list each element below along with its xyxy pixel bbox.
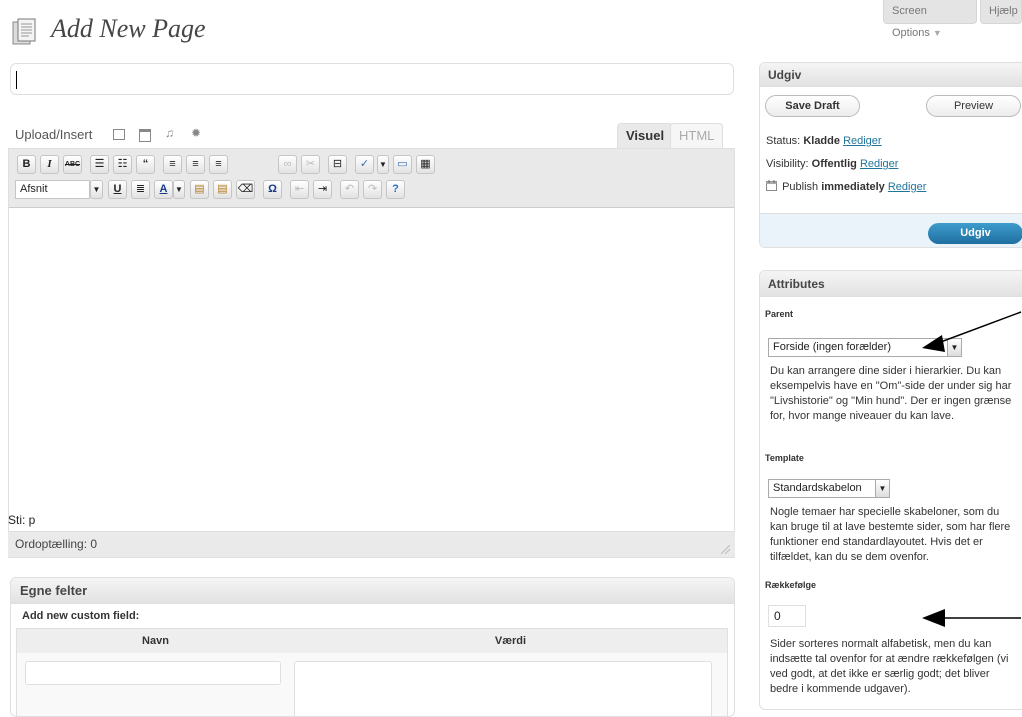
tab-visual[interactable]: Visuel <box>617 123 674 149</box>
publish-value: immediately <box>821 181 885 193</box>
align-left-button[interactable]: ≡ <box>163 155 182 174</box>
unlink-button[interactable]: ✂ <box>301 155 320 174</box>
custom-field-value-input[interactable] <box>294 661 712 716</box>
template-select[interactable]: Standardskabelon ▼ <box>768 479 890 498</box>
justify-button[interactable]: ≣ <box>131 180 150 199</box>
special-char-button[interactable]: Ω <box>263 180 282 199</box>
help-icon[interactable]: ? <box>386 180 405 199</box>
edit-publish-time-link[interactable]: Rediger <box>888 181 927 193</box>
add-audio-icon[interactable]: ♫ <box>165 126 174 140</box>
indent-button[interactable]: ⇥ <box>313 180 332 199</box>
publish-time-line: Publish immediately Rediger <box>766 180 926 193</box>
pages-icon <box>12 18 38 46</box>
custom-field-name-input[interactable] <box>25 661 281 685</box>
template-select-value: Standardskabelon <box>773 482 862 494</box>
editor-path: Sti: p <box>8 513 36 527</box>
spellcheck-dropdown-icon[interactable]: ▼ <box>377 155 389 174</box>
order-help: Sider sorteres normalt alfabetisk, men d… <box>770 638 1009 695</box>
publish-title[interactable]: Udgiv <box>760 63 1022 87</box>
link-button[interactable]: ∞ <box>278 155 297 174</box>
editor-toolbar: B I ABC ☰ ☷ “ ≡ ≡ ≡ ∞ ✂ ⊟ ✓ ▼ ▭ ▦ Afsnit… <box>9 149 734 208</box>
word-count: Ordoptælling: 0 <box>8 531 735 557</box>
title-input[interactable] <box>10 63 734 95</box>
order-input[interactable]: 0 <box>768 605 806 627</box>
screen-options-tab[interactable]: Screen Options ▼ <box>883 0 977 39</box>
media-buttons: ♫ ✹ <box>113 126 208 142</box>
publish-button[interactable]: Udgiv <box>928 223 1022 244</box>
more-tag-button[interactable]: ⊟ <box>328 155 347 174</box>
bold-button[interactable]: B <box>17 155 36 174</box>
fullscreen-button[interactable]: ▭ <box>393 155 412 174</box>
edit-status-link[interactable]: Rediger <box>843 135 882 147</box>
preview-button[interactable]: Preview <box>926 95 1021 117</box>
parent-arrow-head <box>922 335 945 352</box>
screen-options-label: Screen Options <box>892 5 930 39</box>
parent-select-value: Forside (ingen forælder) <box>773 341 891 353</box>
kitchen-sink-button[interactable]: ▦ <box>416 155 435 174</box>
visibility-label: Visibility: <box>766 158 809 170</box>
custom-fields-title[interactable]: Egne felter <box>11 578 734 604</box>
edit-visibility-link[interactable]: Rediger <box>860 158 899 170</box>
status-value: Kladde <box>803 135 840 147</box>
add-image-icon[interactable] <box>113 129 125 140</box>
chevron-down-icon: ▼ <box>875 480 889 497</box>
parent-label: Parent <box>765 309 794 319</box>
align-center-button[interactable]: ≡ <box>186 155 205 174</box>
format-dropdown-icon[interactable]: ▼ <box>90 180 103 199</box>
redo-button[interactable]: ↷ <box>363 180 382 199</box>
status-line: Status: Kladde Rediger <box>766 135 882 147</box>
annotation-arrows <box>922 311 1022 627</box>
custom-fields-box: Egne felter Add new custom field: Navn V… <box>10 577 735 717</box>
help-tab[interactable]: Hjælp▼ <box>980 0 1022 24</box>
strikethrough-button[interactable]: ABC <box>63 155 82 174</box>
content-editor[interactable] <box>8 148 735 558</box>
order-label: Rækkefølge <box>765 580 817 590</box>
publish-footer: Udgiv <box>760 213 1022 247</box>
word-count-label: Ordoptælling: 0 <box>15 537 98 551</box>
format-select[interactable]: Afsnit <box>15 180 90 199</box>
visibility-line: Visibility: Offentlig Rediger <box>766 158 898 170</box>
chevron-down-icon: ▼ <box>932 28 942 38</box>
save-draft-button[interactable]: Save Draft <box>765 95 860 117</box>
spellcheck-button[interactable]: ✓ <box>355 155 374 174</box>
text-color-button[interactable]: A <box>154 180 173 199</box>
publish-box: Udgiv Save Draft Preview Status: Kladde … <box>759 62 1022 248</box>
upload-insert-label: Upload/Insert <box>15 127 93 142</box>
parent-arrow-line <box>937 311 1022 344</box>
outdent-button[interactable]: ⇤ <box>290 180 309 199</box>
status-label: Status: <box>766 135 801 147</box>
resize-handle-icon[interactable] <box>721 545 730 554</box>
undo-button[interactable]: ↶ <box>340 180 359 199</box>
calendar-icon <box>766 180 777 191</box>
text-color-dropdown-icon[interactable]: ▼ <box>173 180 185 199</box>
custom-fields-subtitle: Add new custom field: <box>22 610 140 622</box>
help-label: Hjælp <box>989 5 1018 17</box>
paste-word-button[interactable]: ▤ <box>213 180 232 199</box>
col-value-header: Værdi <box>294 629 727 653</box>
publish-label: Publish <box>782 181 819 193</box>
visibility-value: Offentlig <box>811 158 857 170</box>
bullet-list-button[interactable]: ☰ <box>90 155 109 174</box>
align-right-button[interactable]: ≡ <box>209 155 228 174</box>
col-name-header: Navn <box>17 629 294 653</box>
attributes-title[interactable]: Attributes <box>760 271 1022 297</box>
order-arrow-head <box>922 609 945 627</box>
remove-format-button[interactable]: ⌫ <box>236 180 255 199</box>
add-video-icon[interactable] <box>139 129 151 142</box>
page-title: Add New Page <box>51 14 206 43</box>
underline-button[interactable]: U <box>108 180 127 199</box>
italic-button[interactable]: I <box>40 155 59 174</box>
add-media-icon[interactable]: ✹ <box>191 126 201 140</box>
numbered-list-button[interactable]: ☷ <box>113 155 132 174</box>
template-label: Template <box>765 453 804 463</box>
text-caret <box>16 71 17 89</box>
blockquote-button[interactable]: “ <box>136 155 155 174</box>
tab-html[interactable]: HTML <box>670 123 724 149</box>
paste-text-button[interactable]: ▤ <box>190 180 209 199</box>
